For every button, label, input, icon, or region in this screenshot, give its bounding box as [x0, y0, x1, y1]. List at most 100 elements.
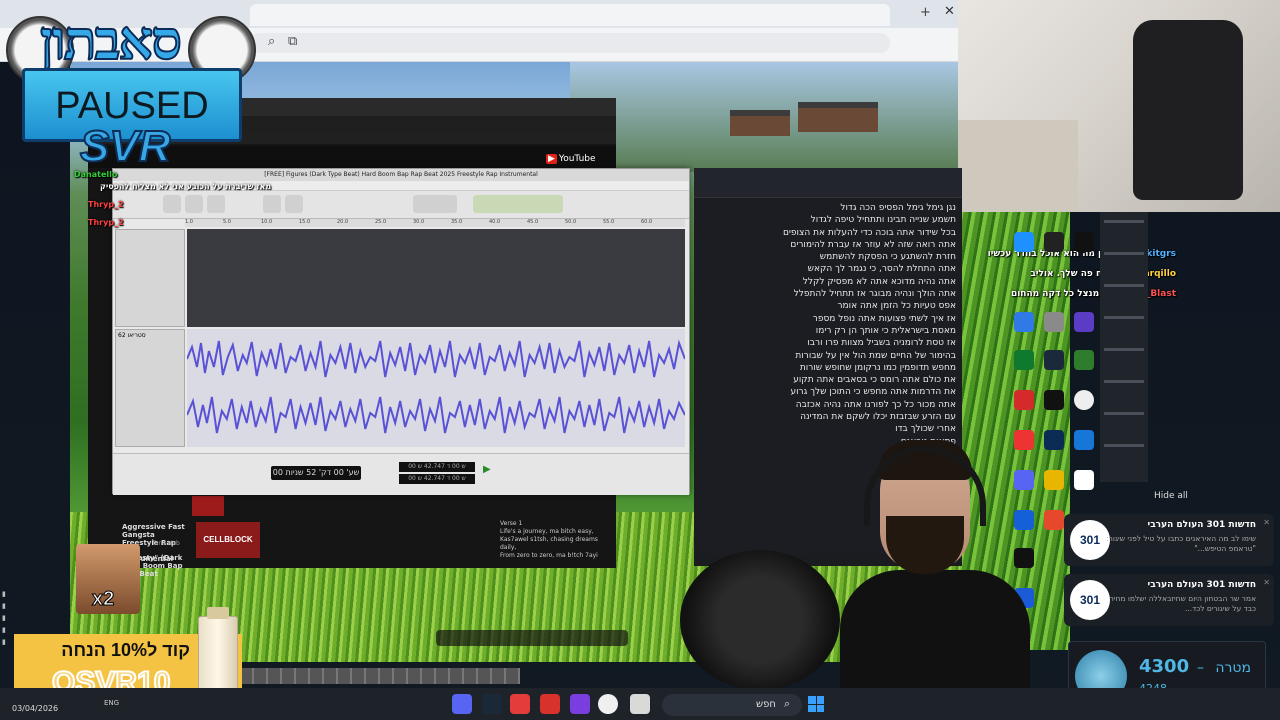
track-controls[interactable]: [115, 229, 185, 327]
photoshop-icon[interactable]: [1044, 430, 1064, 450]
cellblock-thumbnail[interactable]: CELLBLOCK: [196, 522, 260, 558]
document-line: אז טסת לרומניה בשביל מצוות פרו ורבו: [807, 338, 956, 349]
stream-screen: + ✕ ⌕ ⧉ ▶ YouTube Aggressive Fast Gangsta…: [0, 0, 1280, 720]
webcam-chair: [1133, 20, 1243, 200]
play-icon[interactable]: ▶: [483, 464, 491, 475]
document-line: אתה התחלת להסר, כי נגמר לך הקאש: [807, 264, 956, 275]
search-icon: ⌕: [784, 697, 791, 710]
app-shortcut-icon[interactable]: [1044, 350, 1064, 370]
track-controls-stereo[interactable]: 62 סטריאו: [115, 329, 185, 447]
lyrics-line: Verse 1: [500, 520, 523, 527]
panel-row: [1104, 348, 1144, 351]
side-panel: [1100, 212, 1148, 482]
get-effects-button[interactable]: [413, 195, 457, 213]
wallpaper-house: [798, 102, 878, 132]
youtube-logo-text: YouTube: [558, 154, 596, 164]
document-line: נגן גימל גימל הפסיפ הכה גדול: [840, 203, 956, 213]
brand-logo: SVR: [79, 121, 171, 172]
taskbar-search-field[interactable]: [662, 694, 802, 716]
clip-filmstrip: [240, 668, 520, 684]
notification-card[interactable]: 301 חדשות 301 העולם הערבי אמר שר הבטחון …: [1064, 574, 1274, 626]
new-tab-icon[interactable]: +: [920, 6, 931, 20]
app-shortcut-icon[interactable]: [1074, 430, 1094, 450]
app-shortcut-icon[interactable]: [1044, 312, 1064, 332]
close-icon[interactable]: ✕: [944, 5, 955, 19]
goal-target: 4300: [1139, 656, 1190, 677]
windows-start-icon[interactable]: [808, 696, 824, 712]
language-indicator[interactable]: ENG: [104, 699, 119, 707]
waveform-left-channel: [187, 337, 685, 381]
brave-icon[interactable]: [1044, 510, 1064, 530]
document-line: אז איך לשתי פצועות אתה נופל מספר: [812, 313, 956, 324]
record-button[interactable]: [207, 195, 225, 213]
steam-icon[interactable]: [1044, 390, 1064, 410]
panel-row: [1104, 412, 1144, 415]
meta-icon[interactable]: [1074, 470, 1094, 490]
screenshot-icon[interactable]: ⧉: [288, 35, 297, 49]
video-thumbnail[interactable]: [192, 496, 224, 516]
app-icon[interactable]: [510, 694, 530, 714]
steam-icon[interactable]: [482, 694, 502, 714]
track-name: 62 סטריאו: [118, 332, 146, 339]
search-icon[interactable]: ⌕: [268, 35, 275, 49]
time-display: 00 שע' 00 דק' 52 שניות: [271, 466, 361, 480]
chrome-icon[interactable]: [598, 694, 618, 714]
youtube-logo[interactable]: ▶ YouTube: [546, 154, 596, 164]
epic-games-icon[interactable]: [1044, 232, 1064, 252]
hide-all-button[interactable]: Hide all: [1154, 491, 1188, 501]
browser-address-bar[interactable]: [250, 33, 890, 53]
app-shortcut-icon[interactable]: [1074, 312, 1094, 332]
skip-start-button[interactable]: [185, 195, 203, 213]
close-icon[interactable]: ✕: [1263, 578, 1270, 587]
file-explorer-icon[interactable]: [630, 694, 650, 714]
track-empty[interactable]: [187, 229, 685, 327]
close-icon[interactable]: ✕: [1263, 518, 1270, 527]
app-icon[interactable]: [540, 694, 560, 714]
document-line: את כולם אתה רומס כי בסאבים אתה תקוע: [793, 375, 956, 386]
document-line: אתה רואה שזה לא עוזר אז עברת להימורים: [790, 239, 956, 250]
discord-icon[interactable]: [452, 694, 472, 714]
document-toolbar: [694, 168, 962, 198]
nvidia-icon[interactable]: [1014, 350, 1034, 370]
selection-end-field[interactable]: 00 ש 00 ד 42.747 ש: [399, 474, 475, 484]
panel-row: [1104, 444, 1144, 447]
chat-username: Danatello: [74, 170, 118, 179]
chat-text: מאז שדיברת על הכובע אני לא מצליח להפסיק: [100, 182, 272, 191]
promo-text: קוד ל10% הנחה: [61, 640, 190, 660]
notification-title: חדשות 301 העולם הערבי: [1147, 580, 1256, 590]
microphone: [680, 550, 840, 690]
app-shortcut-icon[interactable]: [1014, 232, 1034, 252]
selection-start-field[interactable]: 00 ש 00 ד 42.747 ש: [399, 462, 475, 472]
nvidia-icon[interactable]: [1074, 350, 1094, 370]
chat-message: מאז שדיברת על הכובע אני לא מצליח להפסיק: [100, 182, 271, 191]
taskbar-search-placeholder: חפש: [756, 699, 776, 710]
document-line: בהימור של החיים שמת הול אין על שבורות: [795, 350, 956, 361]
notification-card[interactable]: 301 חדשות 301 העולם הערבי שימו לב מה האי…: [1064, 514, 1274, 566]
ruler-tick: 40.0: [489, 219, 501, 225]
news-logo: 301: [1070, 520, 1110, 560]
zoom-in-button[interactable]: [263, 195, 281, 213]
pdf-icon[interactable]: [1014, 390, 1034, 410]
timeline-ruler[interactable]: 1.0 5.0 10.0 15.0 20.0 25.0 30.0 35.0 40…: [185, 219, 685, 227]
document-line: אתה הולך ונהיה מבוגר אז תתחיל להתפלל: [793, 289, 956, 300]
chat-message: Thryp_2: [88, 200, 124, 209]
goal-label: מטרה: [1215, 660, 1251, 676]
chrome-icon[interactable]: [1074, 390, 1094, 410]
ruler-tick: 10.0: [261, 219, 273, 225]
zoom-out-button[interactable]: [285, 195, 303, 213]
ruler-tick: 25.0: [375, 219, 387, 225]
app-shortcut-icon[interactable]: [1044, 470, 1064, 490]
selection-toolbar: 00 שע' 00 דק' 52 שניות 00 ש 00 ד 42.747 …: [113, 453, 689, 495]
capcut-icon[interactable]: [1074, 232, 1094, 252]
ruler-tick: 5.0: [223, 219, 231, 225]
streamer-body: [840, 570, 1030, 690]
panel-row: [1104, 316, 1144, 319]
taskbar-date: 03/04/2026: [12, 704, 59, 713]
obs-icon[interactable]: [570, 694, 590, 714]
track-waveform[interactable]: [187, 329, 685, 447]
document-line: חזרת להשתגע כי הפסקת להשתמש: [819, 252, 956, 263]
stop-button[interactable]: [163, 195, 181, 213]
app-shortcut-icon[interactable]: [1014, 312, 1034, 332]
browser-tab-active[interactable]: [250, 4, 890, 26]
document-line: אתה נהיה מדוכא אתה לא מפסיק לקלל: [802, 276, 956, 287]
